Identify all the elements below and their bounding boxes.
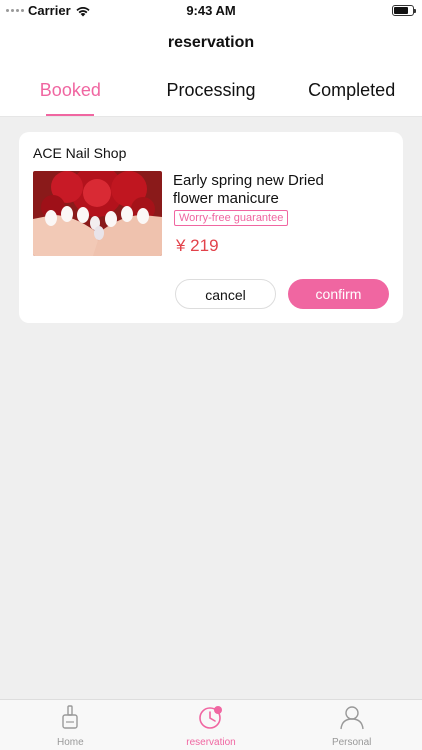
product-title: Early spring new Dried flower manicure [173,172,324,207]
order-card[interactable]: ACE Nail Shop Early spring new Dried flo… [19,132,403,323]
person-icon [339,706,364,730]
order-tabs: Booked Processing Completed [0,66,422,117]
tab-processing[interactable]: Processing [141,66,282,116]
product-price: ¥ 219 [176,236,219,255]
clock-icon [199,706,222,729]
confirm-button[interactable]: confirm [288,279,389,309]
tab-booked[interactable]: Booked [0,66,141,116]
nail-polish-icon [62,705,79,729]
battery-icon [392,5,416,16]
tabbar-item-personal[interactable]: Personal [281,700,422,750]
tab-completed[interactable]: Completed [281,66,422,116]
tabbar-item-reservation[interactable]: reservation [141,700,282,750]
tabbar-label-reservation: reservation [186,737,236,748]
tabbar-label-personal: Personal [331,737,372,748]
shop-name: ACE Nail Shop [33,145,127,161]
page-title: reservation [167,34,255,51]
cancel-button[interactable]: cancel [175,279,276,309]
status-bar: Carrier 9:43 AM [0,0,422,22]
tabbar-label-home: Home [56,737,84,748]
status-time: 9:43 AM [186,3,236,18]
nav-bar: reservation [0,22,422,66]
product-image [33,171,162,256]
guarantee-badge: Worry-free guarantee [174,210,289,226]
tabbar-item-home[interactable]: Home [0,700,141,750]
bottom-tab-bar: Home reservation Personal [0,699,422,750]
